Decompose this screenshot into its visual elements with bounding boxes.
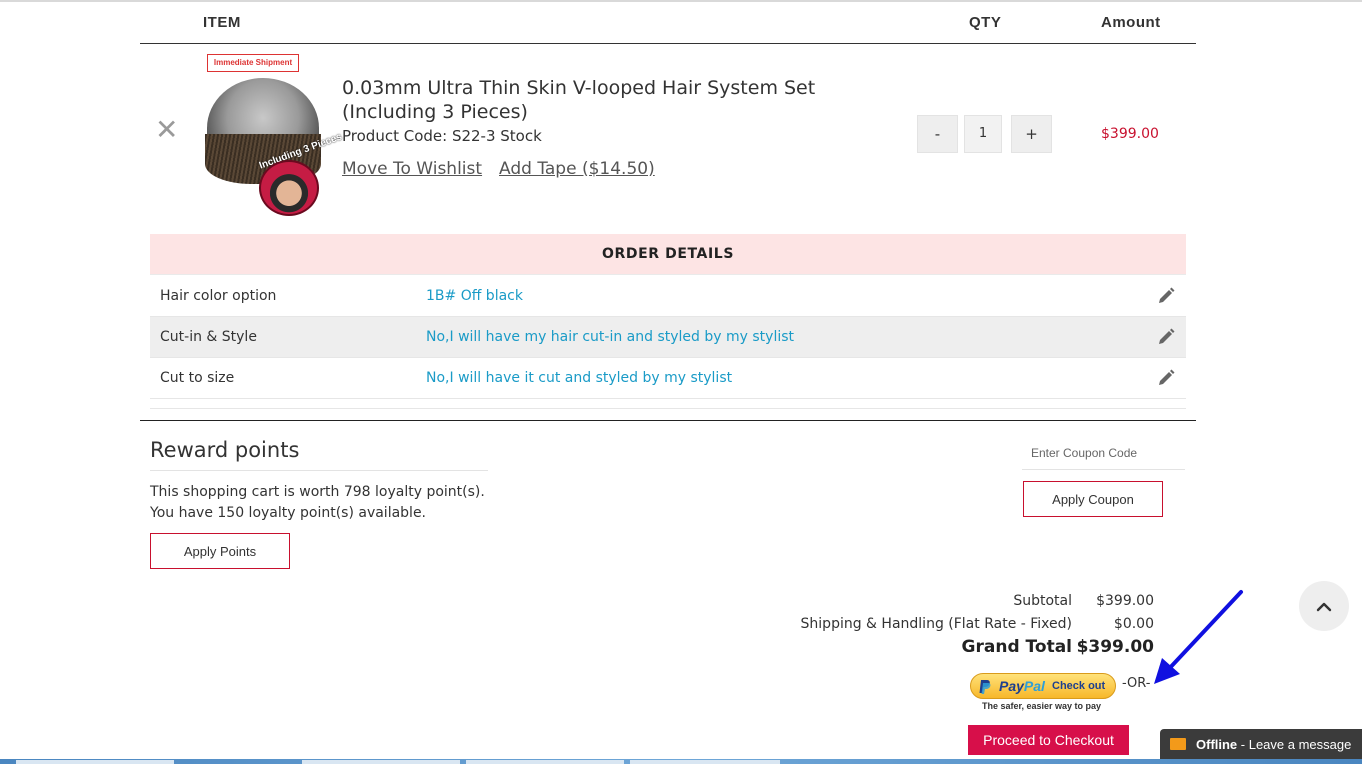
pencil-icon[interactable] [1156,368,1176,388]
proceed-to-checkout-button[interactable]: Proceed to Checkout [968,725,1129,755]
order-detail-value[interactable]: 1B# Off black [426,276,523,317]
order-details-heading: ORDER DETAILS [150,234,1186,275]
shipping-value: $0.00 [1113,616,1154,632]
pencil-icon[interactable] [1156,327,1176,347]
envelope-icon [1170,738,1186,750]
os-taskbar [0,759,1362,764]
coupon-code-input[interactable] [1022,436,1185,470]
product-code: Product Code: S22-3 Stock [342,127,542,145]
immediate-shipment-ribbon: Immediate Shipment [207,54,299,72]
move-to-wishlist-link[interactable]: Move To Wishlist [342,159,482,179]
add-tape-link[interactable]: Add Tape ($14.50) [499,159,655,179]
reward-points-worth: This shopping cart is worth 798 loyalty … [150,484,485,500]
column-header-item: ITEM [203,14,241,31]
order-detail-value[interactable]: No,I will have my hair cut-in and styled… [426,317,794,358]
reward-points-available: You have 150 loyalty point(s) available. [150,505,427,521]
grand-total-value: $399.00 [1076,637,1154,657]
product-title[interactable]: 0.03mm Ultra Thin Skin V-looped Hair Sys… [342,76,842,124]
order-details-bottom-spacer [150,399,1186,409]
apply-coupon-button[interactable]: Apply Coupon [1023,481,1163,517]
order-detail-label: Cut-in & Style [160,329,257,345]
chat-status-text: Offline - Leave a message [1196,737,1351,752]
taskbar-tab[interactable] [466,760,624,764]
or-separator: -OR- [1122,676,1151,691]
qty-decrease-button[interactable]: - [917,115,958,153]
model-face-thumbnail [259,160,319,216]
paypal-checkout-button[interactable]: PayPal Check out [970,673,1116,699]
scroll-to-top-button[interactable] [1299,581,1349,631]
taskbar-tab[interactable] [302,760,460,764]
paypal-checkout-label: Check out [1052,680,1106,692]
paypal-tagline: The safer, easier way to pay [982,701,1102,711]
order-detail-row: Cut-in & Style No,I will have my hair cu… [150,317,1186,358]
column-header-amount: Amount [1101,14,1161,31]
annotation-arrow-icon [1154,590,1243,684]
taskbar-tab[interactable] [16,760,174,764]
paypal-brand-pay: Pay [999,678,1024,694]
grand-total-label: Grand Total [961,637,1072,657]
remove-item-icon[interactable]: ✕ [155,116,179,144]
paypal-brand-pal: Pal [1023,678,1045,694]
taskbar-tab[interactable] [630,760,780,764]
reward-points-title: Reward points [150,438,300,462]
apply-points-button[interactable]: Apply Points [150,533,290,569]
header-divider [140,43,1196,44]
chat-status: Offline [1196,737,1238,752]
order-detail-value[interactable]: No,I will have it cut and styled by my s… [426,358,732,399]
qty-input[interactable]: 1 [964,115,1002,153]
product-image[interactable]: Including 3 Pieces Immediate Shipment [205,52,344,217]
item-price: $399.00 [1101,126,1159,142]
paypal-logo-icon [979,680,991,694]
qty-increase-button[interactable]: + [1011,115,1052,153]
reward-points-underline [150,470,488,471]
order-detail-label: Hair color option [160,288,277,304]
top-border [0,0,1362,2]
chevron-up-icon [1316,602,1332,612]
shipping-label: Shipping & Handling (Flat Rate - Fixed) [800,616,1072,632]
order-detail-row: Cut to size No,I will have it cut and st… [150,358,1186,399]
chat-offline-widget[interactable]: Offline - Leave a message [1160,729,1362,761]
subtotal-value: $399.00 [1096,593,1154,609]
chat-message: - Leave a message [1237,737,1352,752]
subtotal-label: Subtotal [1013,593,1072,609]
pencil-icon[interactable] [1156,286,1176,306]
column-header-qty: QTY [969,14,1002,31]
paypal-brand: PayPal [999,678,1045,694]
order-detail-row: Hair color option 1B# Off black [150,276,1186,317]
order-detail-label: Cut to size [160,370,235,386]
section-divider [140,420,1196,421]
